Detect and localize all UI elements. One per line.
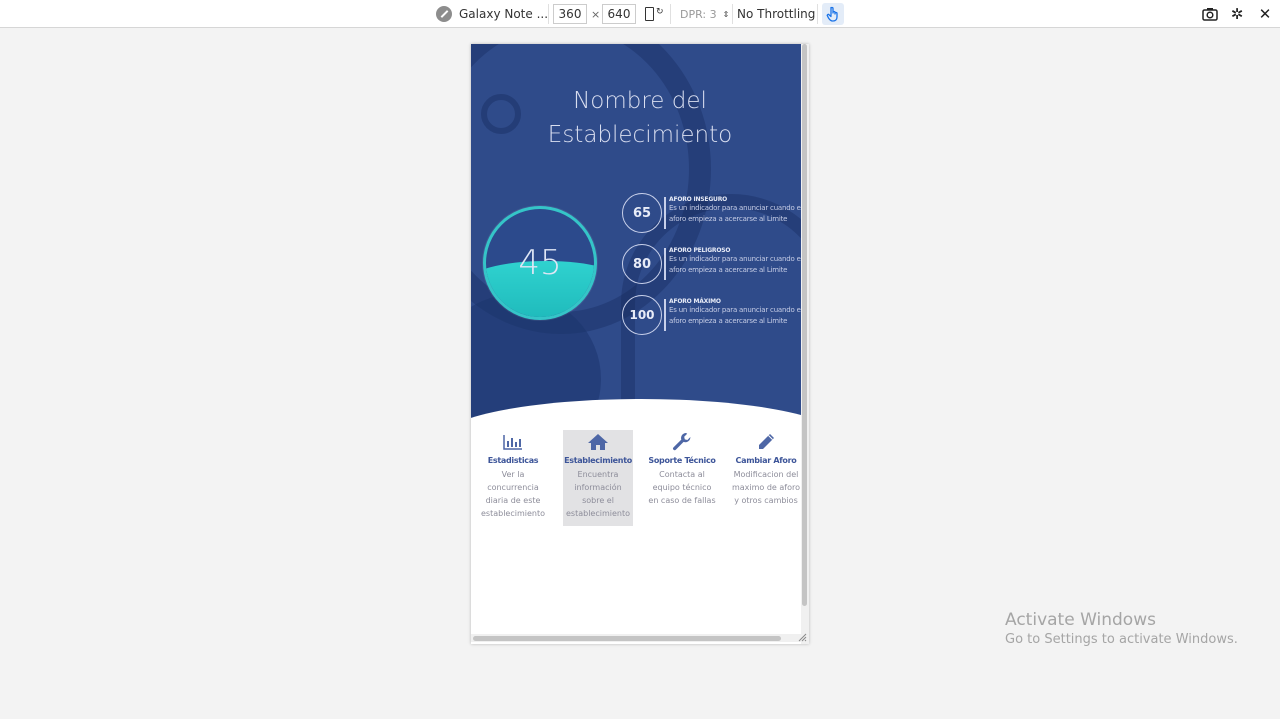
divider xyxy=(664,248,666,280)
screenshot-icon[interactable] xyxy=(1202,6,1218,22)
title-line-1: Nombre del xyxy=(573,88,707,114)
device-select[interactable]: Galaxy Note ... ⇕ xyxy=(459,0,561,28)
capacity-gauge: 45 xyxy=(483,206,597,320)
settings-gear-icon[interactable]: ✲ xyxy=(1229,5,1245,23)
divider xyxy=(664,299,666,331)
level-title: AFORO INSEGURO xyxy=(669,196,728,203)
pencil-icon xyxy=(731,430,801,454)
width-input[interactable]: 360 xyxy=(553,4,587,24)
gauge-value: 45 xyxy=(518,243,562,283)
divider xyxy=(548,4,549,24)
bar-chart-icon xyxy=(478,430,548,454)
divider xyxy=(817,4,818,24)
divider xyxy=(664,197,666,229)
watermark-subtitle: Go to Settings to activate Windows. xyxy=(1005,632,1238,647)
level-maximo: 100 AFORO MÁXIMO Es un indicador para an… xyxy=(622,295,809,335)
horizontal-scrollbar[interactable] xyxy=(471,634,801,642)
level-value: 100 xyxy=(622,295,662,335)
times-label: × xyxy=(591,7,601,21)
throttling-select[interactable]: No Throttling ⇕ xyxy=(737,0,828,28)
level-desc-line-1: Es un indicador para anunciar cuando el xyxy=(669,306,803,314)
level-desc-line-2: aforo empieza a acercarse al Limite xyxy=(669,266,788,274)
menu-desc: Encuentra información sobre el estableci… xyxy=(565,470,630,518)
close-icon[interactable]: ✕ xyxy=(1257,5,1273,23)
level-desc-line-1: Es un indicador para anunciar cuando el xyxy=(669,204,803,212)
height-input[interactable]: 640 xyxy=(602,4,636,24)
menu-desc: Ver la concurrencia diaria de este estab… xyxy=(480,470,545,518)
dpr-label: DPR: 3 xyxy=(680,7,717,21)
throttling-label: No Throttling xyxy=(737,7,816,21)
vertical-scrollbar[interactable] xyxy=(801,44,809,644)
touch-toggle-button[interactable] xyxy=(822,3,844,25)
menu-label: Establecimiento xyxy=(564,456,632,465)
rotate-arrow-icon: ↻ xyxy=(656,7,664,17)
activation-watermark: Activate Windows Go to Settings to activ… xyxy=(1005,610,1238,647)
level-desc-line-2: aforo empieza a acercarse al Limite xyxy=(669,317,788,325)
device-name: Galaxy Note ... xyxy=(459,7,549,21)
rotate-icon[interactable] xyxy=(645,7,654,21)
menu-label: Soporte Técnico xyxy=(648,456,716,465)
chevron-updown-icon: ⇕ xyxy=(722,9,730,19)
scrollbar-thumb[interactable] xyxy=(802,44,807,606)
home-icon xyxy=(563,430,633,454)
menu-label: Estadisticas xyxy=(487,456,539,465)
title-line-2: Establecimiento xyxy=(547,122,733,148)
menu-label: Cambiar Aforo xyxy=(735,456,797,465)
device-toolbar: Galaxy Note ... ⇕ 360 × 640 ↻ DPR: 3 ⇕ N… xyxy=(0,0,1280,28)
level-title: AFORO PELIGROSO xyxy=(669,247,731,254)
level-desc-line-2: aforo empieza a acercarse al Limite xyxy=(669,215,788,223)
menu-item-estadisticas[interactable]: Estadisticas Ver la concurrencia diaria … xyxy=(478,430,548,520)
divider xyxy=(732,4,733,24)
level-peligroso: 80 AFORO PELIGROSO Es un indicador para … xyxy=(622,244,809,284)
level-desc-line-1: Es un indicador para anunciar cuando el xyxy=(669,255,803,263)
level-value: 80 xyxy=(622,244,662,284)
scrollbar-thumb[interactable] xyxy=(473,636,781,641)
hand-pointer-icon xyxy=(826,6,838,22)
watermark-title: Activate Windows xyxy=(1005,610,1156,630)
menu-desc: Modificacion del maximo de aforo y otros… xyxy=(731,470,801,505)
menu-desc: Contacta al equipo técnico en caso de fa… xyxy=(648,470,716,505)
device-mode-icon xyxy=(436,6,452,22)
divider xyxy=(670,4,671,24)
main-menu: Estadisticas Ver la concurrencia diaria … xyxy=(477,430,807,530)
dpr-select[interactable]: DPR: 3 ⇕ xyxy=(680,0,729,28)
resize-handle-icon[interactable] xyxy=(797,632,807,642)
wrench-icon xyxy=(647,430,717,454)
level-inseguro: 65 AFORO INSEGURO Es un indicador para a… xyxy=(622,193,809,233)
device-viewport: Nombre del Establecimiento 45 65 AFORO I… xyxy=(471,44,809,644)
level-value: 65 xyxy=(622,193,662,233)
menu-item-cambiar-aforo[interactable]: Cambiar Aforo Modificacion del maximo de… xyxy=(731,430,801,507)
menu-item-establecimiento[interactable]: Establecimiento Encuentra información so… xyxy=(563,430,633,526)
page-title: Nombre del Establecimiento xyxy=(471,84,809,152)
menu-item-soporte[interactable]: Soporte Técnico Contacta al equipo técni… xyxy=(647,430,717,507)
level-title: AFORO MÁXIMO xyxy=(669,298,721,305)
